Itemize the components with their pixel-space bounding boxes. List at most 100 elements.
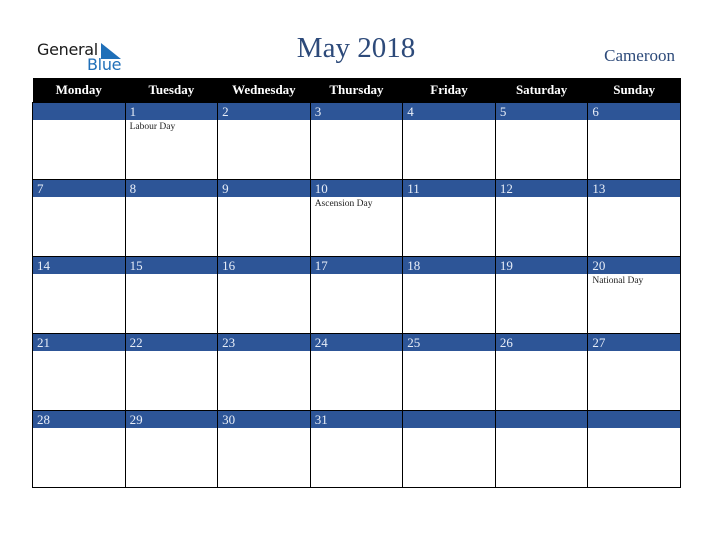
- day-cell[interactable]: 23: [217, 333, 311, 411]
- holiday-label: [126, 351, 218, 353]
- day-number: 18: [403, 256, 495, 274]
- day-number: [495, 410, 588, 428]
- day-number: 4: [403, 102, 495, 120]
- calendar-grid: Monday Tuesday Wednesday Thursday Friday…: [32, 78, 681, 488]
- day-cell[interactable]: 1 Labour Day: [124, 102, 219, 180]
- day-number: 27: [588, 333, 680, 351]
- day-cell[interactable]: 17: [309, 256, 404, 334]
- day-cell[interactable]: 22: [124, 333, 219, 411]
- day-number: 19: [495, 256, 588, 274]
- day-cell[interactable]: 6: [587, 102, 681, 180]
- day-cell[interactable]: 9: [217, 179, 311, 257]
- holiday-label: [496, 351, 588, 353]
- day-number: 21: [33, 333, 125, 351]
- day-cell[interactable]: 24: [309, 333, 404, 411]
- holiday-label: [126, 197, 218, 199]
- holiday-label: [403, 197, 495, 199]
- holiday-label: [496, 428, 588, 430]
- holiday-label: [126, 274, 218, 276]
- day-number: 2: [218, 102, 310, 120]
- day-number: 28: [33, 410, 125, 428]
- day-number: [403, 410, 495, 428]
- weekday-header: Thursday: [310, 78, 403, 103]
- weekday-header-row: Monday Tuesday Wednesday Thursday Friday…: [32, 78, 681, 103]
- holiday-label: [33, 351, 125, 353]
- day-cell[interactable]: 4: [402, 102, 496, 180]
- weekday-header: Monday: [32, 78, 126, 103]
- day-number: 25: [403, 333, 495, 351]
- holiday-label: [403, 120, 495, 122]
- day-cell[interactable]: 29: [124, 410, 219, 488]
- day-cell[interactable]: [32, 102, 126, 180]
- day-cell[interactable]: 11: [402, 179, 496, 257]
- day-number: 12: [495, 179, 588, 197]
- day-number: 5: [495, 102, 588, 120]
- holiday-label: [311, 274, 403, 276]
- holiday-label: [218, 120, 310, 122]
- day-number: 29: [125, 410, 218, 428]
- holiday-label: [496, 120, 588, 122]
- day-number: 16: [218, 256, 310, 274]
- day-cell[interactable]: 18: [402, 256, 496, 334]
- week-row: 21 22 23 24 25 26 27: [32, 333, 681, 411]
- day-cell[interactable]: 21: [32, 333, 126, 411]
- holiday-label: [311, 428, 403, 430]
- day-cell[interactable]: 13: [587, 179, 681, 257]
- holiday-label: [311, 351, 403, 353]
- holiday-label: [311, 120, 403, 122]
- day-number: 14: [33, 256, 125, 274]
- day-number: 13: [588, 179, 680, 197]
- day-cell[interactable]: 7: [32, 179, 126, 257]
- day-cell[interactable]: [402, 410, 496, 488]
- day-cell[interactable]: 3: [309, 102, 404, 180]
- holiday-label: [588, 351, 680, 353]
- day-cell[interactable]: 15: [124, 256, 219, 334]
- country-label: Cameroon: [604, 46, 675, 65]
- holiday-label: [496, 197, 588, 199]
- holiday-label: [218, 197, 310, 199]
- day-cell[interactable]: 20 National Day: [587, 256, 681, 334]
- day-cell[interactable]: 19: [494, 256, 589, 334]
- day-number: [588, 410, 680, 428]
- day-cell[interactable]: 12: [494, 179, 589, 257]
- weekday-header: Tuesday: [125, 78, 218, 103]
- day-number: 3: [310, 102, 403, 120]
- holiday-label: [588, 197, 680, 199]
- day-number: 7: [33, 179, 125, 197]
- holiday-label: [33, 197, 125, 199]
- day-number: 11: [403, 179, 495, 197]
- day-number: 9: [218, 179, 310, 197]
- day-number: 30: [218, 410, 310, 428]
- day-number: 31: [310, 410, 403, 428]
- day-number: 15: [125, 256, 218, 274]
- day-cell[interactable]: 16: [217, 256, 311, 334]
- day-number: 1: [125, 102, 218, 120]
- day-cell[interactable]: 30: [217, 410, 311, 488]
- day-number: 22: [125, 333, 218, 351]
- day-cell[interactable]: 8: [124, 179, 219, 257]
- day-cell[interactable]: 5: [494, 102, 589, 180]
- holiday-label: [33, 120, 125, 122]
- holiday-label: [218, 351, 310, 353]
- holiday-label: [218, 274, 310, 276]
- day-cell[interactable]: 28: [32, 410, 126, 488]
- holiday-label: Labour Day: [129, 122, 176, 132]
- weekday-header: Saturday: [495, 78, 588, 103]
- day-cell[interactable]: [494, 410, 589, 488]
- day-cell[interactable]: 14: [32, 256, 126, 334]
- week-row: 28 29 30 31: [32, 410, 681, 488]
- day-number: 24: [310, 333, 403, 351]
- day-cell[interactable]: 27: [587, 333, 681, 411]
- day-cell[interactable]: 31: [309, 410, 404, 488]
- day-cell[interactable]: 25: [402, 333, 496, 411]
- day-cell[interactable]: 2: [217, 102, 311, 180]
- week-row: 1 Labour Day 2 3 4 5 6: [32, 102, 681, 180]
- holiday-label: [218, 428, 310, 430]
- day-cell[interactable]: 10 Ascension Day: [309, 179, 404, 257]
- day-cell[interactable]: [587, 410, 681, 488]
- day-number: 17: [310, 256, 403, 274]
- holiday-label: [403, 274, 495, 276]
- holiday-label: [403, 351, 495, 353]
- holiday-label: [588, 120, 680, 122]
- day-cell[interactable]: 26: [494, 333, 589, 411]
